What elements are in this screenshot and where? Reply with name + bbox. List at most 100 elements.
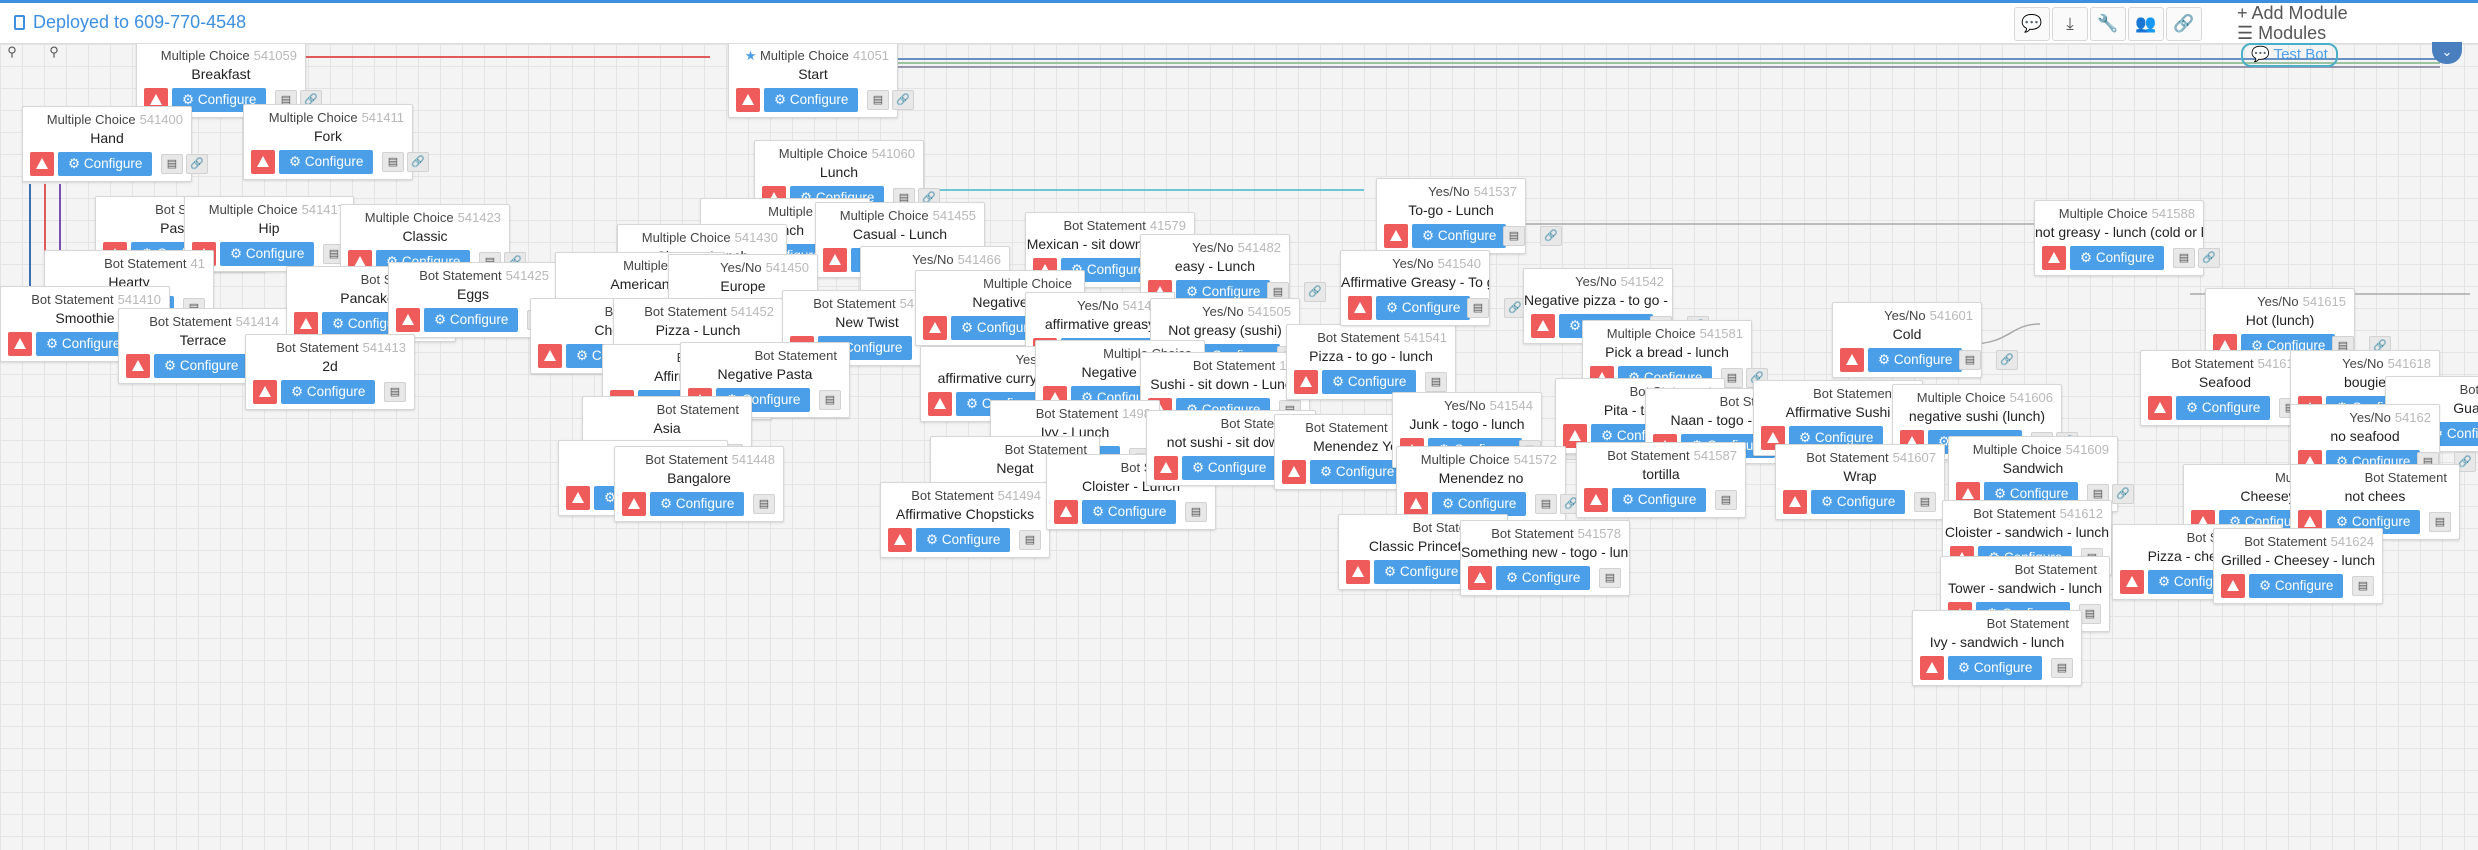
configure-button[interactable]: ⚙ Configure: [2176, 396, 2271, 420]
flow-node[interactable]: Yes/No 541601 Cold ⚙ Configure ▤ 🔗: [1832, 302, 2018, 378]
warning-icon[interactable]: [888, 528, 912, 552]
flow-node[interactable]: Bot Statement 541607 Wrap ⚙ Configure ▤: [1775, 444, 1945, 520]
comment-icon[interactable]: ▤: [2352, 576, 2374, 596]
warning-icon[interactable]: [1346, 560, 1370, 584]
download-button[interactable]: ⤓: [2052, 7, 2088, 41]
warning-icon[interactable]: [1294, 370, 1318, 394]
comment-icon[interactable]: ▤: [2429, 512, 2451, 532]
flow-node[interactable]: Bot Statement 541587 tortilla ⚙ Configure ▤: [1576, 442, 1746, 518]
warning-icon[interactable]: [928, 392, 952, 416]
flow-canvas[interactable]: ⚲ ⚲ Multiple Choice 541059 Breakfast ⚙ Conf…: [0, 44, 2478, 850]
configure-button[interactable]: ⚙ Configure: [36, 332, 131, 356]
configure-button[interactable]: ⚙ Configure: [2249, 574, 2344, 598]
warning-icon[interactable]: [1783, 490, 1807, 514]
configure-button[interactable]: ⚙ Configure: [1412, 224, 1507, 248]
users-button[interactable]: 👥: [2128, 7, 2164, 41]
flow-node[interactable]: Bot Statement Ivy - sandwich - lunch ⚙ Con…: [1912, 610, 2082, 686]
warning-icon[interactable]: [1384, 224, 1408, 248]
comment-icon[interactable]: ▤: [2079, 604, 2101, 624]
warning-icon[interactable]: [1054, 500, 1078, 524]
warning-icon[interactable]: [1468, 566, 1492, 590]
configure-button[interactable]: ⚙ Configure: [764, 88, 859, 112]
link-icon[interactable]: 🔗: [407, 152, 429, 172]
warning-icon[interactable]: [294, 312, 318, 336]
configure-button[interactable]: ⚙ Configure: [1432, 492, 1527, 516]
warning-icon[interactable]: [1584, 488, 1608, 512]
configure-button[interactable]: ⚙ Configure: [650, 492, 745, 516]
warning-icon[interactable]: [2148, 396, 2172, 420]
zoom-in-icon[interactable]: ⚲: [42, 44, 66, 64]
comment-icon[interactable]: ▤: [161, 154, 183, 174]
comment-icon[interactable]: ▤: [867, 90, 889, 110]
flow-node[interactable]: Bot Statement 541448 Bangalore ⚙ Configure ▤: [614, 446, 784, 522]
deployed-status[interactable]: Deployed to 609-770-4548: [14, 12, 246, 33]
warning-icon[interactable]: [251, 150, 275, 174]
configure-button[interactable]: ⚙ Configure: [1612, 488, 1707, 512]
configure-button[interactable]: ⚙ Configure: [58, 152, 153, 176]
comment-icon[interactable]: ▤: [2173, 248, 2195, 268]
configure-button[interactable]: ⚙ Configure: [424, 308, 519, 332]
comment-icon[interactable]: ▤: [1425, 372, 1447, 392]
comment-icon[interactable]: ▤: [1599, 568, 1621, 588]
flow-node[interactable]: Multiple Choice 541588 not greasy - lunch …: [2034, 200, 2220, 276]
warning-icon[interactable]: [1404, 492, 1428, 516]
comment-icon[interactable]: ▤: [1467, 298, 1489, 318]
warning-icon[interactable]: [566, 486, 590, 510]
flow-node[interactable]: Bot Statement 541413 2d ⚙ Configure ▤: [245, 334, 415, 410]
configure-button[interactable]: ⚙ Configure: [1811, 490, 1906, 514]
configure-button[interactable]: ⚙ Configure: [2070, 246, 2165, 270]
warning-icon[interactable]: [736, 88, 760, 112]
flow-node[interactable]: Multiple Choice 541400 Hand ⚙ Configure ▤ 🔗: [22, 106, 208, 182]
warning-icon[interactable]: [1920, 656, 1944, 680]
link-button[interactable]: 🔗: [2166, 7, 2202, 41]
link-icon[interactable]: 🔗: [1304, 282, 1326, 302]
comment-icon[interactable]: ▤: [1914, 492, 1936, 512]
configure-button[interactable]: ⚙ Configure: [916, 528, 1011, 552]
warning-icon[interactable]: [253, 380, 277, 404]
flow-node[interactable]: Bot Statement 541494 Affirmative Chopstick…: [880, 482, 1050, 558]
warning-icon[interactable]: [2120, 570, 2144, 594]
comment-icon[interactable]: ▤: [1185, 502, 1207, 522]
configure-button[interactable]: ⚙ Configure: [1310, 460, 1405, 484]
link-icon[interactable]: 🔗: [1540, 226, 1562, 246]
comment-icon[interactable]: ▤: [1535, 494, 1557, 514]
link-icon[interactable]: 🔗: [186, 154, 208, 174]
flow-node[interactable]: Bot Statement 541624 Grilled - Cheesey - l…: [2213, 528, 2383, 604]
wrench-button[interactable]: 🔧: [2090, 7, 2126, 41]
warning-icon[interactable]: [2042, 246, 2066, 270]
test-bot-button[interactable]: 💬 Test Bot: [2241, 43, 2338, 67]
configure-button[interactable]: ⚙ Configure: [1868, 348, 1963, 372]
flow-node[interactable]: Multiple Choice 541572 Menendez no ⚙ Config…: [1396, 446, 1582, 522]
flow-node[interactable]: Bot Statement 541578 Something new - togo …: [1460, 520, 1630, 596]
link-icon[interactable]: 🔗: [2198, 248, 2220, 268]
warning-icon[interactable]: [1840, 348, 1864, 372]
configure-button[interactable]: ⚙ Configure: [154, 354, 249, 378]
flow-node[interactable]: Bot Statement 541541 Pizza - to go - lunch…: [1286, 324, 1456, 400]
comment-icon[interactable]: ▤: [384, 382, 406, 402]
configure-button[interactable]: ⚙ Configure: [279, 150, 374, 174]
modules-button[interactable]: ☰ Modules: [2237, 23, 2372, 43]
link-icon[interactable]: 🔗: [892, 90, 914, 110]
warning-icon[interactable]: [2221, 574, 2245, 598]
comment-button[interactable]: 💬: [2014, 7, 2050, 41]
comment-icon[interactable]: ▤: [382, 152, 404, 172]
warning-icon[interactable]: [1348, 296, 1372, 320]
configure-button[interactable]: ⚙ Configure: [1374, 560, 1469, 584]
comment-icon[interactable]: ▤: [1715, 490, 1737, 510]
comment-icon[interactable]: ▤: [1503, 226, 1525, 246]
configure-button[interactable]: ⚙ Configure: [1376, 296, 1471, 320]
link-icon[interactable]: 🔗: [2112, 484, 2134, 504]
configure-button[interactable]: ⚙ Configure: [1496, 566, 1591, 590]
flow-node[interactable]: Yes/No541540 Affirmative Greasy - To go -…: [1340, 250, 1526, 326]
flow-node[interactable]: Multiple Choice 541411 Fork ⚙ Configure ▤ 🔗: [243, 104, 429, 180]
configure-button[interactable]: ⚙ Configure: [281, 380, 376, 404]
warning-icon[interactable]: [622, 492, 646, 516]
configure-button[interactable]: ⚙ Configure: [1182, 456, 1277, 480]
comment-icon[interactable]: ▤: [1019, 530, 1041, 550]
warning-icon[interactable]: [8, 332, 32, 356]
comment-icon[interactable]: ▤: [2051, 658, 2073, 678]
warning-icon[interactable]: [1154, 456, 1178, 480]
warning-icon[interactable]: [1531, 314, 1555, 338]
warning-icon[interactable]: [1282, 460, 1306, 484]
warning-icon[interactable]: [538, 344, 562, 368]
